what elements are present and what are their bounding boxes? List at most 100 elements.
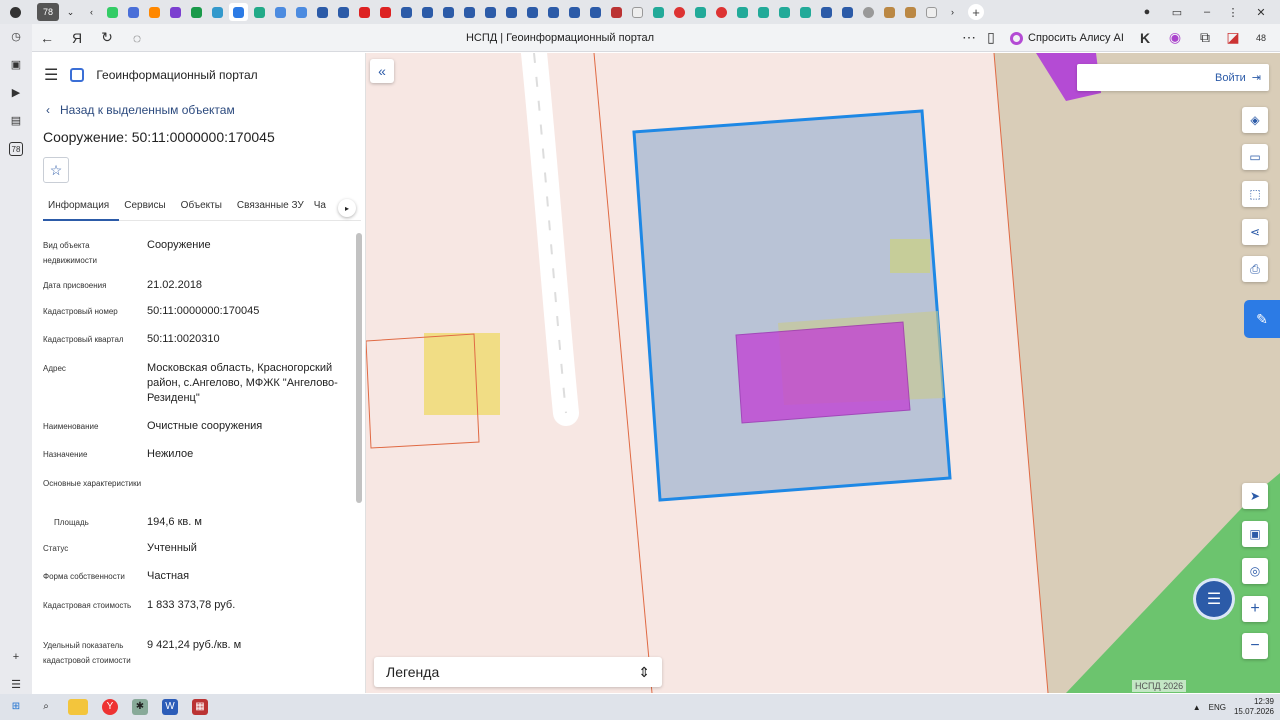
browser-menu-icon[interactable] [6,3,25,21]
tab-icon[interactable] [670,3,689,21]
tab-icon[interactable] [460,3,479,21]
tray-icon[interactable]: ▲ [1193,703,1201,712]
tab-icon[interactable] [250,3,269,21]
tab-icon[interactable] [355,3,374,21]
tab-icon[interactable] [397,3,416,21]
tab-icon[interactable] [628,3,647,21]
zoom-out-button[interactable]: − [1242,633,1268,659]
tab-icon[interactable] [481,3,500,21]
tab-icon[interactable] [124,3,143,21]
feedback-button[interactable]: ✎ [1244,300,1280,338]
play-icon[interactable]: ▶ [9,86,23,100]
print-icon[interactable]: ⎙ [1242,256,1268,282]
notes-icon[interactable]: ▤ [9,114,23,128]
tab-icon[interactable] [292,3,311,21]
login-button[interactable]: Войти ⇥ [1077,64,1269,91]
new-tab-button[interactable]: + [968,4,984,20]
chat-button[interactable]: ☰ [1196,581,1232,617]
share-icon[interactable]: ⋖ [1242,219,1268,245]
ruler-icon[interactable]: ▭ [1242,144,1268,170]
navigate-icon[interactable]: ➤ [1242,483,1268,509]
tab-icon[interactable] [796,3,815,21]
extension-icon[interactable]: ⧉ [1190,29,1220,46]
tab-services[interactable]: Сервисы [119,199,175,221]
location-icon[interactable]: ◎ [1242,558,1268,584]
bookmarks-icon[interactable]: ▭ [1162,0,1192,24]
yandex-browser-icon[interactable]: Y [102,699,118,715]
file-explorer-icon[interactable] [68,699,88,715]
window-menu-icon[interactable]: ⋮ [1218,0,1248,24]
tab-icon[interactable] [334,3,353,21]
tab-icon[interactable] [208,3,227,21]
search-icon[interactable]: ⌕ [38,699,54,715]
minimap-icon[interactable]: ▣ [1242,521,1268,547]
chevron-right-icon[interactable]: › [943,3,962,21]
tab-icon[interactable] [712,3,731,21]
layers-icon[interactable]: ◈ [1242,107,1268,133]
tab-icon[interactable] [145,3,164,21]
tab-icon[interactable] [733,3,752,21]
selected-structure[interactable] [632,109,952,502]
tab-active[interactable] [229,3,248,21]
tab-icon[interactable] [187,3,206,21]
tab-counter[interactable]: 78 [37,3,59,21]
extension-icon[interactable]: ◪ [1218,29,1248,46]
tab-icon[interactable] [649,3,668,21]
tab-parts[interactable]: Ча [314,199,336,221]
tab-icon[interactable] [775,3,794,21]
zoom-in-button[interactable]: + [1242,596,1268,622]
favorite-button[interactable]: ☆ [43,157,69,183]
tab-icon[interactable] [691,3,710,21]
tab-icon[interactable] [439,3,458,21]
tab-icon[interactable] [859,3,878,21]
tab-related-parcels[interactable]: Связанные ЗУ [232,199,314,221]
tab-icon[interactable] [166,3,185,21]
tab-icon[interactable] [565,3,584,21]
back-to-selected-link[interactable]: ‹ Назад к выделенным объектам [46,103,235,117]
hamburger-icon[interactable]: ☰ [44,65,58,85]
tab-icon[interactable] [313,3,332,21]
close-icon[interactable]: ✕ [1246,0,1276,24]
clock-icon[interactable]: ◷ [9,30,23,44]
legend-dropdown[interactable]: Легенда ⇕ [374,657,662,687]
extension-icon[interactable]: K [1130,30,1160,46]
tab-icon[interactable] [271,3,290,21]
tab-objects[interactable]: Объекты [176,199,232,221]
map-view[interactable]: « Войти ⇥ ◈ ▭ ⬚ ⋖ ⎙ ✎ ➤ ▣ ◎ + − ☰ Легенд… [366,53,1280,693]
tab-icon[interactable] [817,3,836,21]
tab-icon[interactable] [418,3,437,21]
tabs-scroll-right-icon[interactable]: ▸ [338,199,356,217]
tab-count-icon[interactable]: 78 [9,142,23,156]
tab-icon[interactable] [607,3,626,21]
tab-icon[interactable] [901,3,920,21]
add-icon[interactable]: + [9,650,23,664]
back-tab-icon[interactable]: ‹ [82,3,101,21]
tab-icon[interactable] [103,3,122,21]
building-highlight[interactable] [735,321,911,424]
menu-icon[interactable]: ☰ [9,678,23,692]
collections-icon[interactable]: ▣ [9,58,23,72]
app-icon[interactable]: ▦ [192,699,208,715]
tab-icon[interactable] [376,3,395,21]
tab-icon[interactable] [754,3,773,21]
app-icon[interactable]: ✱ [132,699,148,715]
tab-icon[interactable] [502,3,521,21]
chevron-down-icon[interactable]: ⌄ [61,3,80,21]
tab-information[interactable]: Информация [43,199,120,221]
tab-icon[interactable] [922,3,941,21]
tab-icon[interactable] [880,3,899,21]
tab-icon[interactable] [586,3,605,21]
word-icon[interactable]: W [162,699,178,715]
tab-icon[interactable] [838,3,857,21]
select-area-icon[interactable]: ⬚ [1242,181,1268,207]
profile-icon[interactable]: ● [1132,0,1162,24]
tab-icon[interactable] [523,3,542,21]
lang-indicator[interactable]: ENG [1209,703,1226,712]
bookmark-icon[interactable]: ▯ [976,29,1006,46]
extension-icon[interactable]: ◉ [1160,29,1190,46]
collapse-panel-button[interactable]: « [370,59,394,83]
tab-icon[interactable] [544,3,563,21]
windows-start-icon[interactable]: ⊞ [8,699,24,715]
panel-scrollbar[interactable] [356,233,362,503]
downloads-icon[interactable]: 48 [1246,33,1276,43]
